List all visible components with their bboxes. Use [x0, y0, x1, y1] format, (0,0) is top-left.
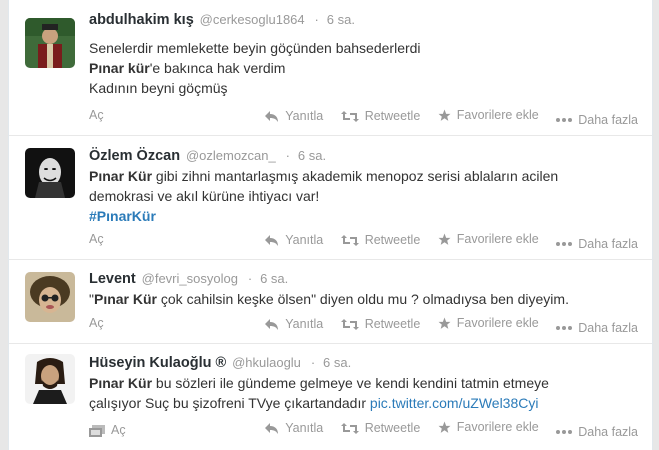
- tweet-header: Özlem Özcan @ozlemozcan_ · 6 sa.: [89, 147, 326, 164]
- tweet-actions: Yanıtla Retweetle Favorilere ekle Daha f…: [251, 316, 638, 335]
- user-handle[interactable]: @cerkesoglu1864: [200, 12, 305, 27]
- separator-dot: ·: [314, 12, 319, 27]
- tweet-header: Levent @fevri_sosyolog · 6 sa.: [89, 270, 288, 287]
- expand-link[interactable]: Aç: [89, 423, 126, 437]
- tweet-actions: Yanıtla Retweetle Favorilere ekle Daha f…: [251, 232, 638, 251]
- reply-button[interactable]: Yanıtla: [265, 421, 323, 435]
- user-fullname[interactable]: Hüseyin Kulaoğlu ®: [89, 355, 226, 371]
- expand-link[interactable]: Aç: [89, 316, 104, 330]
- retweet-icon: [340, 318, 359, 330]
- tweet-line: demokrasi ve akıl kürüne ihtiyacı var!: [89, 188, 320, 204]
- retweet-icon: [340, 422, 359, 434]
- favorite-button[interactable]: Favorilere ekle: [438, 108, 539, 122]
- user-handle[interactable]: @fevri_sosyolog: [142, 271, 238, 286]
- tweet-line: Pınar Kür gibi zihni mantarlaşmış akadem…: [89, 168, 559, 184]
- tweet-timestamp[interactable]: 6 sa.: [323, 355, 351, 370]
- retweet-icon: [340, 110, 359, 122]
- user-handle[interactable]: @ozlemozcan_: [186, 148, 276, 163]
- expand-link[interactable]: Aç: [89, 232, 104, 246]
- tweet-timestamp[interactable]: 6 sa.: [327, 12, 355, 27]
- tweet-stream: abdulhakim kış @cerkesoglu1864 · 6 sa. S…: [8, 0, 653, 450]
- tweet-line: Pınar kür'e bakınca hak verdim: [89, 60, 286, 76]
- favorite-button[interactable]: Favorilere ekle: [438, 420, 539, 434]
- more-button[interactable]: Daha fazla: [556, 237, 638, 251]
- tweet[interactable]: Levent @fevri_sosyolog · 6 sa. "Pınar Kü…: [9, 260, 652, 344]
- ellipsis-icon: [556, 117, 573, 122]
- tweet-line: çalışıyor Suç bu şizofreni TVye çıkartan…: [89, 395, 539, 411]
- tweet-actions: Yanıtla Retweetle Favorilere ekle Daha f…: [251, 108, 638, 127]
- mention-bold: Pınar Kür: [93, 291, 157, 307]
- star-icon: [438, 317, 451, 329]
- tweet-text: Pınar Kür gibi zihni mantarlaşmış akadem…: [89, 166, 634, 226]
- retweet-button[interactable]: Retweetle: [340, 421, 420, 435]
- media-link[interactable]: pic.twitter.com/uZWel38Cyi: [370, 395, 539, 411]
- user-fullname[interactable]: Özlem Özcan: [89, 148, 180, 164]
- tweet-timestamp[interactable]: 6 sa.: [260, 271, 288, 286]
- retweet-button[interactable]: Retweetle: [340, 317, 420, 331]
- reply-icon: [265, 422, 279, 434]
- reply-button[interactable]: Yanıtla: [265, 317, 323, 331]
- avatar[interactable]: [25, 354, 75, 404]
- tweet-line: Senelerdir memlekette beyin göçünden bah…: [89, 40, 421, 56]
- tweet-header: Hüseyin Kulaoğlu ® @hkulaoglu · 6 sa.: [89, 354, 351, 371]
- more-button[interactable]: Daha fazla: [556, 321, 638, 335]
- star-icon: [438, 109, 451, 121]
- mention-bold: Pınar Kür: [89, 168, 153, 184]
- tweet-timestamp[interactable]: 6 sa.: [298, 148, 326, 163]
- separator-dot: ·: [247, 271, 253, 286]
- photo-icon: [89, 424, 105, 437]
- tweet-line: #PınarKür: [89, 206, 634, 226]
- ellipsis-icon: [556, 429, 573, 434]
- tweet[interactable]: abdulhakim kış @cerkesoglu1864 · 6 sa. S…: [9, 0, 652, 136]
- avatar[interactable]: [25, 18, 75, 68]
- more-button[interactable]: Daha fazla: [556, 425, 638, 439]
- expand-link[interactable]: Aç: [89, 108, 104, 122]
- reply-icon: [265, 234, 279, 246]
- avatar[interactable]: [25, 272, 75, 322]
- user-fullname[interactable]: Levent: [89, 271, 136, 287]
- reply-button[interactable]: Yanıtla: [265, 109, 323, 123]
- user-fullname[interactable]: abdulhakim kış: [89, 12, 194, 28]
- separator-dot: ·: [310, 355, 316, 370]
- reply-icon: [265, 110, 279, 122]
- star-icon: [438, 421, 451, 433]
- retweet-button[interactable]: Retweetle: [340, 109, 420, 123]
- tweet-text: Pınar Kür bu sözleri ile gündeme gelmeye…: [89, 373, 634, 413]
- favorite-button[interactable]: Favorilere ekle: [438, 316, 539, 330]
- retweet-button[interactable]: Retweetle: [340, 233, 420, 247]
- mention-bold: Pınar kür: [89, 60, 150, 76]
- tweet-text: "Pınar Kür çok cahilsin keşke ölsen" diy…: [89, 289, 634, 309]
- reply-button[interactable]: Yanıtla: [265, 233, 323, 247]
- tweet-actions: Yanıtla Retweetle Favorilere ekle Daha f…: [251, 420, 638, 439]
- separator-dot: ·: [285, 148, 290, 163]
- ellipsis-icon: [556, 325, 573, 330]
- favorite-button[interactable]: Favorilere ekle: [438, 232, 539, 246]
- tweet-line: Kadının beyni göçmüş: [89, 80, 228, 96]
- hashtag-link[interactable]: #PınarKür: [89, 208, 156, 224]
- star-icon: [438, 233, 451, 245]
- retweet-icon: [340, 234, 359, 246]
- tweet-header: abdulhakim kış @cerkesoglu1864 · 6 sa.: [89, 11, 355, 28]
- more-button[interactable]: Daha fazla: [556, 113, 638, 127]
- ellipsis-icon: [556, 241, 573, 246]
- reply-icon: [265, 318, 279, 330]
- tweet-text: Senelerdir memlekette beyin göçünden bah…: [89, 38, 634, 98]
- avatar[interactable]: [25, 148, 75, 198]
- tweet[interactable]: Hüseyin Kulaoğlu ® @hkulaoglu · 6 sa. Pı…: [9, 344, 652, 450]
- user-handle[interactable]: @hkulaoglu: [232, 355, 301, 370]
- tweet-line: Pınar Kür bu sözleri ile gündeme gelmeye…: [89, 375, 549, 391]
- tweet[interactable]: Özlem Özcan @ozlemozcan_ · 6 sa. Pınar K…: [9, 136, 652, 260]
- mention-bold: Pınar Kür: [89, 375, 153, 391]
- tweet-line: "Pınar Kür çok cahilsin keşke ölsen" diy…: [89, 291, 569, 307]
